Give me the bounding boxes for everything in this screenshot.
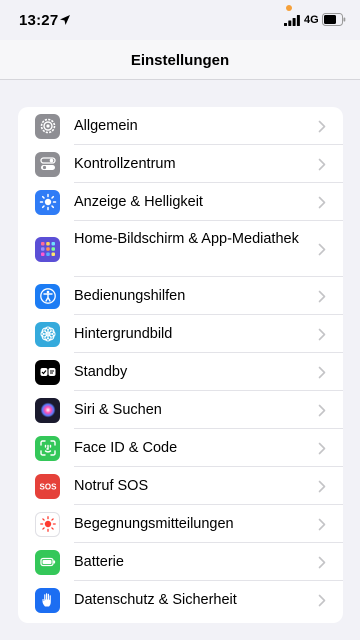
chevron-right-icon bbox=[318, 243, 326, 256]
settings-row-sun[interactable]: Anzeige & Helligkeit bbox=[18, 183, 343, 221]
battery-icon bbox=[35, 549, 60, 575]
accessibility-icon bbox=[35, 283, 60, 309]
chevron-right-icon bbox=[318, 442, 326, 455]
chevron-right-icon bbox=[318, 290, 326, 303]
location-arrow-icon bbox=[60, 15, 70, 25]
page-title: Einstellungen bbox=[130, 52, 230, 69]
navigation-bar: Einstellungen bbox=[0, 40, 360, 80]
settings-row-label: Notruf SOS bbox=[74, 478, 149, 494]
settings-row-exposure[interactable]: Begegnungsmitteilungen bbox=[18, 505, 343, 543]
chevron-right-icon bbox=[318, 328, 326, 341]
chevron-right-icon bbox=[318, 480, 326, 493]
settings-row-label: Hintergrundbild bbox=[74, 326, 173, 342]
chevron-right-icon bbox=[318, 556, 326, 569]
settings-row-label: Batterie bbox=[74, 554, 124, 570]
settings-row-standby[interactable]: Standby bbox=[18, 353, 343, 391]
chevron-right-icon bbox=[318, 594, 326, 607]
settings-row-label: Face ID & Code bbox=[74, 440, 178, 456]
exposure-icon bbox=[35, 511, 60, 537]
settings-row-label: Kontrollzentrum bbox=[74, 156, 176, 172]
status-time: 13:27 bbox=[19, 12, 59, 29]
settings-row-face-id[interactable]: Face ID & Code bbox=[18, 429, 343, 467]
sun-icon bbox=[35, 189, 60, 215]
standby-icon bbox=[35, 359, 60, 385]
svg-text:SOS: SOS bbox=[39, 482, 56, 491]
settings-row-hand[interactable]: Datenschutz & Sicherheit bbox=[18, 581, 343, 619]
chevron-right-icon bbox=[318, 404, 326, 417]
chevron-right-icon bbox=[318, 120, 326, 133]
settings-row-label: Anzeige & Helligkeit bbox=[74, 194, 203, 210]
chevron-right-icon bbox=[318, 518, 326, 531]
settings-row-app-grid[interactable]: Home-Bildschirm & App-Mediathek bbox=[18, 221, 343, 277]
cellular-signal-icon bbox=[284, 15, 300, 26]
network-type: 4G bbox=[304, 14, 319, 26]
settings-list: Allgemein Kontrollzentrum Anzeige & Hellig… bbox=[18, 107, 343, 623]
toggles-icon bbox=[35, 151, 60, 177]
settings-row-accessibility[interactable]: Bedienungshilfen bbox=[18, 277, 343, 315]
status-bar: 13:27 4G bbox=[0, 0, 360, 40]
gear-icon bbox=[35, 113, 60, 139]
settings-row-battery[interactable]: Batterie bbox=[18, 543, 343, 581]
settings-row-label: Home-Bildschirm & App-Mediathek bbox=[74, 231, 299, 247]
settings-row-toggles[interactable]: Kontrollzentrum bbox=[18, 145, 343, 183]
chevron-right-icon bbox=[318, 196, 326, 209]
siri-icon bbox=[35, 397, 60, 423]
chevron-right-icon bbox=[318, 158, 326, 171]
settings-row-flower[interactable]: Hintergrundbild bbox=[18, 315, 343, 353]
settings-row-sos[interactable]: SOS Notruf SOS bbox=[18, 467, 343, 505]
privacy-indicator-dot bbox=[286, 5, 292, 11]
settings-row-label: Bedienungshilfen bbox=[74, 288, 186, 304]
flower-icon bbox=[35, 321, 60, 347]
face-id-icon bbox=[35, 435, 60, 461]
chevron-right-icon bbox=[318, 366, 326, 379]
settings-row-label: Allgemein bbox=[74, 118, 138, 134]
settings-row-label: Siri & Suchen bbox=[74, 402, 162, 418]
settings-row-siri[interactable]: Siri & Suchen bbox=[18, 391, 343, 429]
battery-status-icon bbox=[322, 13, 346, 26]
settings-row-label: Datenschutz & Sicherheit bbox=[74, 592, 237, 608]
settings-row-gear[interactable]: Allgemein bbox=[18, 107, 343, 145]
sos-icon: SOS bbox=[35, 473, 60, 499]
hand-icon bbox=[35, 587, 60, 613]
app-grid-icon bbox=[35, 236, 60, 262]
settings-row-label: Begegnungsmitteilungen bbox=[74, 516, 234, 532]
settings-row-label: Standby bbox=[74, 364, 128, 380]
